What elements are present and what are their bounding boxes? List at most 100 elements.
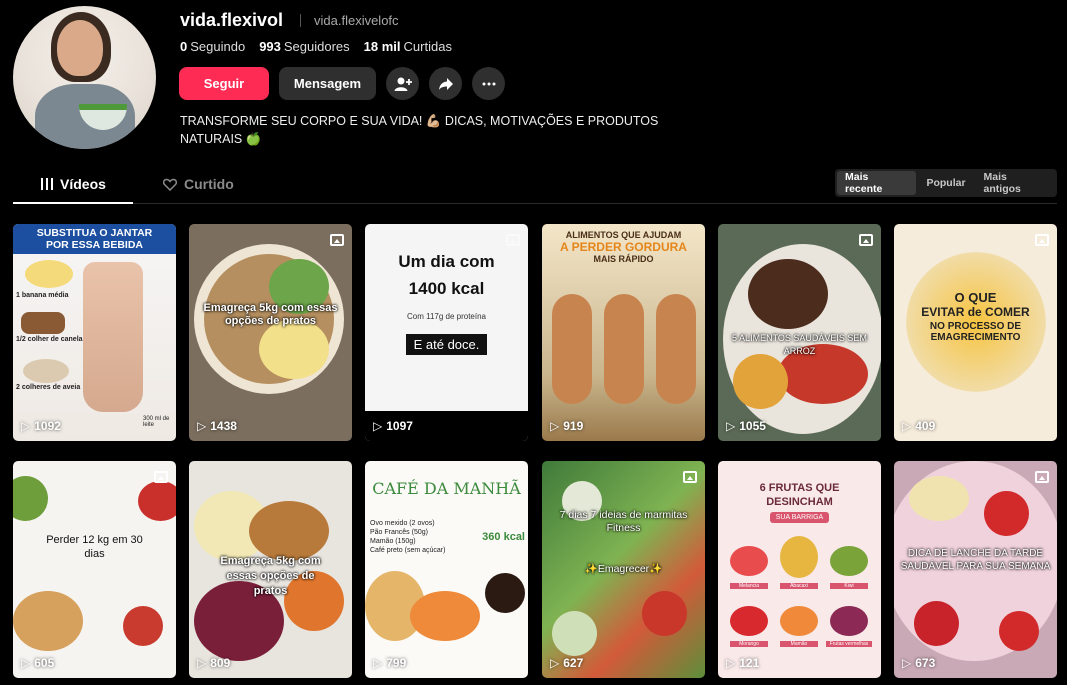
share-button[interactable] <box>429 67 462 100</box>
video-caption: DICA DE LANCHE DA TARDE SAUDÁVEL PARA SU… <box>900 548 1051 572</box>
profile-username: vida.flexivol <box>180 10 284 30</box>
followers-count[interactable]: 993 Seguidores <box>259 39 349 54</box>
ingredient-label: 1 banana média <box>16 292 69 299</box>
video-caption: Perder 12 kg em 30 dias <box>46 534 143 560</box>
ingredient-label: 1/2 colher de canela <box>16 336 83 343</box>
video-card[interactable]: Perder 12 kg em 30 dias ▷ 605 <box>13 461 176 678</box>
menu-item: Mamão (150g) <box>370 538 416 545</box>
menu-list: Ovo mexido (2 ovos) Pão Francês (50g) Ma… <box>370 519 445 555</box>
kcal-label: 360 kcal <box>482 531 525 543</box>
fruit-label: Mamão <box>780 641 818 647</box>
menu-item: Pão Francês (50g) <box>370 529 428 536</box>
fruit-label: Melancia <box>730 583 768 589</box>
video-title: ALIMENTOS QUE AJUDAM <box>565 230 682 240</box>
follow-button[interactable]: Seguir <box>179 67 269 100</box>
video-card[interactable]: CAFÉ DA MANHÃ Ovo mexido (2 ovos) Pão Fr… <box>365 461 528 678</box>
play-icon: ▷ <box>550 419 560 433</box>
menu-item: Ovo mexido (2 ovos) <box>370 520 435 527</box>
tab-videos[interactable]: Vídeos <box>41 176 106 192</box>
sort-oldest[interactable]: Mais antigos <box>976 171 1055 195</box>
sort-popular[interactable]: Popular <box>918 171 973 195</box>
photo-icon <box>1035 471 1049 483</box>
video-title: EVITAR de COMER <box>921 305 1030 319</box>
play-icon: ▷ <box>197 656 207 670</box>
video-card[interactable]: DICA DE LANCHE DA TARDE SAUDÁVEL PARA SU… <box>894 461 1057 678</box>
video-card[interactable]: Emagreça 5kg com essas opções de pratos … <box>189 224 352 441</box>
video-title: Um dia com 1400 kcal <box>398 252 495 298</box>
tab-liked-label: Curtido <box>184 176 234 192</box>
photo-icon <box>1035 234 1049 246</box>
photo-icon <box>506 234 520 246</box>
sort-recent[interactable]: Mais recente <box>837 171 917 195</box>
ingredient-label: 300 ml de leite <box>143 416 170 428</box>
play-icon: ▷ <box>197 419 207 433</box>
view-count: ▷ 673 <box>902 656 936 670</box>
video-card[interactable]: 5 ALIMENTOS SAUDÁVEIS SEM ARROZ ▷ 1055 <box>718 224 881 441</box>
tab-liked[interactable]: Curtido <box>163 176 234 192</box>
video-card[interactable]: ALIMENTOS QUE AJUDAM A PERDER GORDURA MA… <box>542 224 705 441</box>
video-title: EMAGRECIMENTO <box>930 332 1021 343</box>
video-title: A PERDER GORDURA <box>560 240 687 254</box>
play-icon: ▷ <box>726 419 736 433</box>
view-count: ▷ 799 <box>373 656 407 670</box>
divider <box>300 14 301 27</box>
video-title: 6 FRUTAS QUE DESINCHAM <box>759 482 840 508</box>
view-count: ▷ 605 <box>21 656 55 670</box>
video-caption: Emagreça 5kg com essas opções de pratos <box>203 302 338 327</box>
video-card[interactable]: SUBSTITUA O JANTAR POR ESSA BEBIDA 1 ban… <box>13 224 176 441</box>
play-icon: ▷ <box>21 419 31 433</box>
video-card[interactable]: Emagreça 5kg com essas opções de pratos … <box>189 461 352 678</box>
play-icon: ▷ <box>373 656 383 670</box>
likes-count: 18 mil Curtidas <box>363 39 452 54</box>
video-title: CAFÉ DA MANHÃ <box>372 479 521 498</box>
menu-item: Café preto (sem açúcar) <box>370 547 446 554</box>
video-card[interactable]: Um dia com 1400 kcal Com 117g de proteín… <box>365 224 528 441</box>
add-friend-button[interactable] <box>386 67 419 100</box>
view-count: ▷ 1438 <box>197 419 237 433</box>
video-caption: 5 ALIMENTOS SAUDÁVEIS SEM ARROZ <box>732 333 867 356</box>
more-button[interactable] <box>472 67 505 100</box>
video-title: MAIS RÁPIDO <box>593 254 654 264</box>
more-icon <box>482 82 495 85</box>
following-count[interactable]: 0 Seguindo <box>180 39 245 54</box>
view-count: ▷ 409 <box>902 419 936 433</box>
photo-icon <box>859 234 873 246</box>
tab-videos-label: Vídeos <box>60 176 106 192</box>
profile-avatar[interactable] <box>13 6 156 149</box>
add-user-icon <box>394 77 412 91</box>
video-card[interactable]: O QUE EVITAR de COMER NO PROCESSO DE EMA… <box>894 224 1057 441</box>
view-count: ▷ 809 <box>197 656 231 670</box>
view-count: ▷ 1097 <box>373 419 413 433</box>
video-title: SUBSTITUA O JANTAR POR ESSA BEBIDA <box>36 227 153 251</box>
video-caption: 7 dias 7 ideias de marmitas Fitness <box>559 509 688 534</box>
video-title: O QUE <box>954 290 997 305</box>
play-icon: ▷ <box>726 656 736 670</box>
message-button[interactable]: Mensagem <box>279 67 376 100</box>
play-icon: ▷ <box>902 656 912 670</box>
fruit-label: Abacaxi <box>780 583 818 589</box>
share-icon <box>438 77 453 90</box>
fruit-label: Kiwi <box>830 583 868 589</box>
profile-bio: TRANSFORME SEU CORPO E SUA VIDA! 💪🏼 DICA… <box>180 112 700 148</box>
profile-handle: vida.flexivelofc <box>314 13 399 28</box>
video-card[interactable]: 7 dias 7 ideias de marmitas Fitness ✨Ema… <box>542 461 705 678</box>
view-count: ▷ 1092 <box>21 419 61 433</box>
grid-icon <box>41 178 53 190</box>
video-tag: ✨Emagrecer✨ <box>584 563 663 575</box>
sort-toggle: Mais recente Popular Mais antigos <box>835 169 1057 197</box>
fruit-label: Frutas vermelhas <box>826 641 872 647</box>
video-badge: SUA BARRIGA <box>769 512 830 523</box>
video-caption: Emagreça 5kg com essas opções de pratos <box>220 555 321 597</box>
video-title: NO PROCESSO DE <box>929 321 1022 332</box>
view-count: ▷ 1055 <box>726 419 766 433</box>
fruit-label: Morango <box>730 641 768 647</box>
play-icon: ▷ <box>902 419 912 433</box>
view-count: ▷ 627 <box>550 656 584 670</box>
video-card[interactable]: 6 FRUTAS QUE DESINCHAM SUA BARRIGA Melan… <box>718 461 881 678</box>
bio-line: TRANSFORME SEU CORPO E SUA VIDA! 💪🏼 DICA… <box>180 114 659 128</box>
view-count: ▷ 919 <box>550 419 584 433</box>
video-tag: E até doce. <box>405 334 488 355</box>
play-icon: ▷ <box>373 419 383 433</box>
liked-heart-icon <box>163 178 177 191</box>
play-icon: ▷ <box>21 656 31 670</box>
